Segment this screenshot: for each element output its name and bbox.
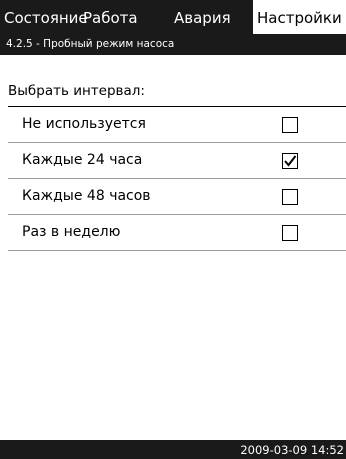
checkmark-icon bbox=[284, 155, 297, 167]
option-not-used[interactable]: Не используется bbox=[8, 107, 346, 143]
datetime-display: 2009-03-09 14:52 bbox=[240, 443, 344, 457]
option-label: Не используется bbox=[22, 116, 146, 132]
tab-settings[interactable]: Настройки bbox=[253, 0, 346, 34]
checkbox[interactable] bbox=[282, 225, 298, 241]
option-every-48h[interactable]: Каждые 48 часов bbox=[8, 179, 346, 215]
tab-status[interactable]: Состояние bbox=[4, 0, 88, 34]
tab-alarm[interactable]: Авария bbox=[174, 0, 231, 34]
tab-bar: Состояние Работа Авария Настройки bbox=[0, 0, 346, 34]
option-every-24h[interactable]: Каждые 24 часа bbox=[8, 143, 346, 179]
tab-operation[interactable]: Работа bbox=[83, 0, 138, 34]
checkbox[interactable] bbox=[282, 189, 298, 205]
option-label: Каждые 24 часа bbox=[22, 152, 143, 168]
option-label: Каждые 48 часов bbox=[22, 188, 151, 204]
interval-prompt: Выбрать интервал: bbox=[8, 83, 145, 99]
status-bar: 2009-03-09 14:52 bbox=[0, 440, 346, 459]
checkbox[interactable] bbox=[282, 117, 298, 133]
breadcrumb: 4.2.5 - Пробный режим насоса bbox=[0, 34, 346, 55]
option-label: Раз в неделю bbox=[22, 224, 121, 240]
option-weekly[interactable]: Раз в неделю bbox=[8, 215, 346, 251]
checkbox[interactable] bbox=[282, 153, 298, 169]
